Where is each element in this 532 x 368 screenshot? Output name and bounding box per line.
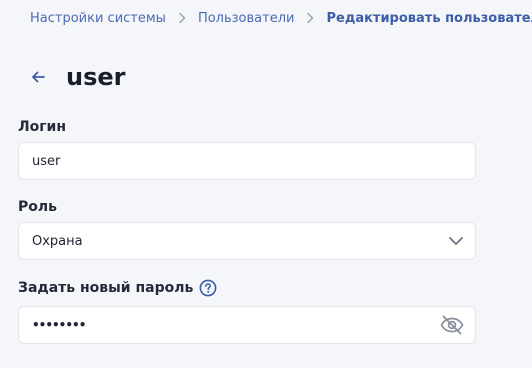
back-button[interactable] (27, 66, 49, 88)
breadcrumb-item-system-settings[interactable]: Настройки системы (30, 11, 166, 26)
password-field[interactable]: •••••••• (18, 306, 476, 344)
password-label: Задать новый пароль (18, 280, 194, 296)
login-label: Логин (18, 119, 67, 135)
arrow-left-icon (32, 71, 45, 83)
breadcrumb-item-edit-user: Редактировать пользователя (326, 10, 532, 26)
password-label-row: Задать новый пароль (18, 279, 217, 297)
role-selected-value: Охрана (32, 233, 83, 249)
password-value[interactable]: •••••••• (19, 318, 433, 332)
role-label: Роль (18, 199, 57, 215)
question-circle-icon[interactable] (199, 279, 217, 297)
role-select[interactable]: Охрана (18, 222, 476, 260)
login-value[interactable]: user (19, 154, 475, 169)
chevron-right-icon (166, 12, 198, 24)
eye-off-icon[interactable] (433, 307, 471, 343)
breadcrumb-item-users[interactable]: Пользователи (198, 11, 295, 26)
breadcrumb: Настройки системы Пользователи Редактиро… (30, 9, 532, 27)
chevron-right-icon (294, 12, 326, 24)
login-field[interactable]: user (18, 142, 476, 180)
chevron-down-icon[interactable] (437, 223, 475, 259)
page-title: user (66, 63, 126, 91)
